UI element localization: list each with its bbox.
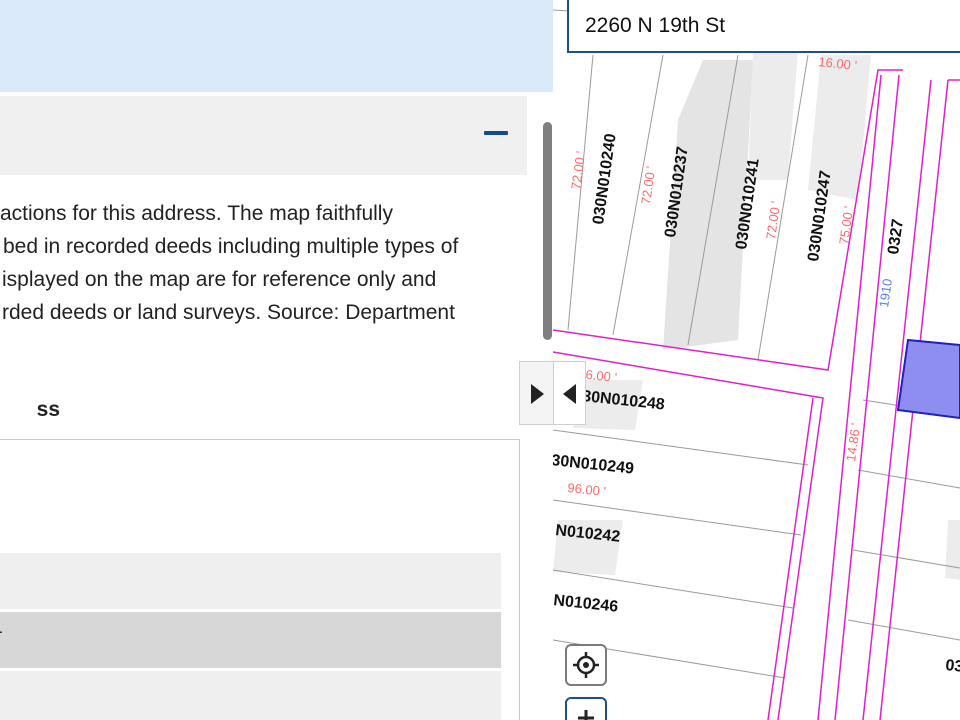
plus-icon — [578, 710, 594, 720]
description-line: rded deeds or land surveys. Source: Depa… — [2, 301, 455, 324]
map-canvas[interactable]: 030N010240 030N010237 030N010241 030N010… — [553, 0, 960, 720]
locate-button[interactable] — [565, 644, 607, 686]
dimension-label: 96.00 ' — [567, 480, 607, 499]
selected-parcel[interactable] — [896, 338, 960, 420]
street-code-label: 1910 — [876, 278, 895, 309]
description-line: isplayed on the map are for reference on… — [2, 268, 437, 291]
parcel-id-label: 03 — [945, 657, 960, 676]
details-panel: actions for this address. The map faithf… — [0, 0, 553, 720]
caret-right-icon — [531, 384, 544, 404]
expand-map-button[interactable] — [519, 361, 553, 425]
result-row-text: ST — [0, 629, 2, 651]
dimension-label: 72.00 ' — [763, 200, 783, 240]
dimension-label: 72.00 ' — [638, 165, 658, 205]
description-line: actions for this address. The map faithf… — [0, 202, 393, 225]
address-search-input[interactable] — [567, 0, 960, 53]
result-row-selected[interactable]: ST — [0, 612, 501, 668]
address-field-label: ss — [36, 398, 60, 421]
scrollbar-thumb[interactable] — [543, 122, 552, 340]
dimension-label: 72.00 ' — [568, 150, 588, 190]
parcel-id-label: N010246 — [553, 592, 619, 616]
description-line: bed in recorded deeds including multiple… — [3, 235, 459, 258]
section-description: actions for this address. The map faithf… — [0, 197, 508, 329]
parcel-id-label: 0327 — [885, 218, 907, 256]
section-header — [0, 96, 527, 175]
collapse-panel-button[interactable] — [553, 361, 586, 425]
minus-icon — [484, 131, 508, 135]
collapse-section-button[interactable] — [476, 118, 516, 148]
zoom-in-button[interactable] — [565, 697, 607, 720]
result-row[interactable] — [0, 553, 501, 609]
parcel-id-label: 030N010240 — [590, 132, 620, 225]
crosshair-icon — [573, 652, 599, 678]
parcel-map[interactable]: 030N010240 030N010237 030N010241 030N010… — [553, 0, 960, 720]
result-row[interactable] — [0, 671, 501, 720]
dimension-label: 75.00 ' — [836, 205, 856, 245]
parcel-id-label: 30N010249 — [553, 452, 635, 478]
panel-banner — [0, 0, 553, 92]
building-footprint — [945, 520, 960, 580]
caret-left-icon — [563, 384, 576, 404]
